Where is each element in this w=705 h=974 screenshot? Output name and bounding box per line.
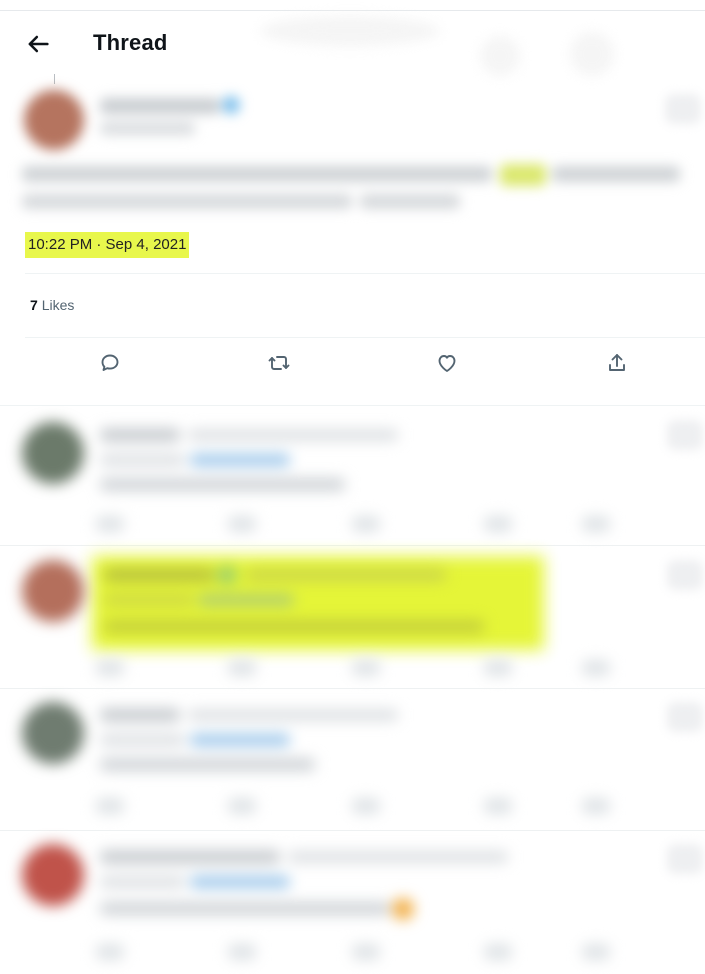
- arrow-left-icon: [28, 35, 49, 53]
- reply-button[interactable]: [93, 346, 127, 380]
- share-button[interactable]: [600, 346, 634, 380]
- divider: [0, 405, 705, 406]
- heart-icon: [438, 355, 456, 372]
- divider: [0, 830, 705, 831]
- reply-content-blurred: [0, 550, 705, 690]
- top-divider: [0, 10, 705, 11]
- reply-item[interactable]: [0, 694, 705, 834]
- back-button[interactable]: [24, 30, 52, 58]
- divider: [25, 273, 705, 274]
- like-button[interactable]: [430, 346, 464, 380]
- reply-content-blurred: [0, 834, 705, 974]
- divider: [25, 337, 705, 338]
- thread-connector: [54, 74, 55, 84]
- likes-label: Likes: [41, 297, 75, 313]
- retweet-button[interactable]: [262, 346, 296, 380]
- reply-content-blurred: [0, 410, 705, 550]
- reply-item[interactable]: [0, 410, 705, 550]
- thread-header: Thread: [0, 16, 705, 76]
- divider: [0, 545, 705, 546]
- tweet-timestamp[interactable]: 10:22 PM · Sep 4, 2021: [25, 232, 190, 258]
- likes-count[interactable]: 7 Likes: [30, 297, 74, 313]
- tweet-actions: [0, 346, 705, 386]
- reply-item-highlighted[interactable]: [0, 550, 705, 690]
- retweet-icon: [268, 356, 290, 370]
- reply-content-blurred: [0, 694, 705, 834]
- likes-number: 7: [30, 297, 38, 313]
- share-icon: [609, 354, 625, 371]
- comment-icon: [101, 354, 119, 371]
- page-title: Thread: [93, 30, 168, 55]
- divider: [0, 688, 705, 689]
- reply-item[interactable]: [0, 834, 705, 974]
